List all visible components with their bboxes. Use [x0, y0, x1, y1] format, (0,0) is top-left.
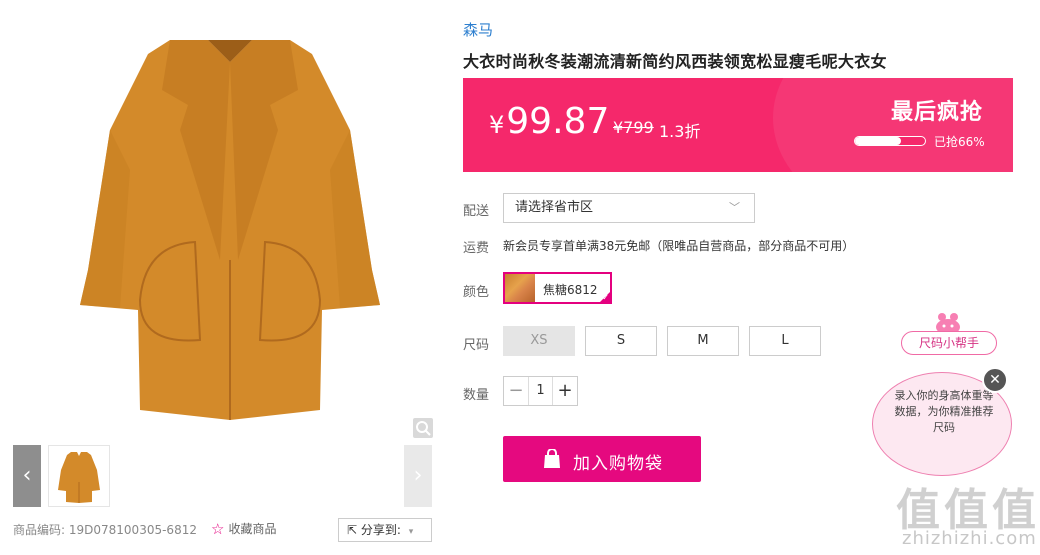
size-option-l[interactable]: L — [749, 326, 821, 356]
caret-down-icon: ▾ — [408, 527, 414, 537]
size-option-s[interactable]: S — [585, 326, 657, 356]
brand-link[interactable]: 森马 — [463, 19, 493, 40]
quantity-increase-button[interactable]: + — [552, 377, 577, 405]
share-icon: ⇱ — [347, 523, 358, 537]
color-option-selected[interactable]: 焦糖6812 ✓ — [503, 272, 612, 304]
favorite-button[interactable]: ☆ 收藏商品 — [211, 520, 276, 538]
discount-label: 1.3折 — [659, 122, 701, 141]
sold-progress-fill — [855, 137, 902, 145]
thumbnail-next-button[interactable]: › — [404, 445, 432, 507]
region-select-value: 请选择省市区 — [515, 200, 594, 215]
close-icon[interactable]: ✕ — [982, 367, 1008, 393]
color-option-label: 焦糖6812 — [543, 283, 598, 297]
current-price-value: 99.87 — [506, 101, 610, 142]
chevron-down-icon: ﹀ — [729, 201, 740, 214]
quantity-decrease-button[interactable]: − — [504, 377, 529, 405]
original-price: ¥799 — [613, 118, 654, 137]
product-code-value: 19D078100305-6812 — [68, 523, 197, 537]
quantity-stepper: − 1 + — [503, 376, 578, 406]
quantity-label: 数量 — [463, 388, 490, 403]
add-to-cart-button[interactable]: 加入购物袋 — [503, 436, 701, 482]
product-code-label: 商品编码: — [13, 523, 66, 537]
sold-progress-bar — [854, 136, 926, 146]
thumbnail-coat-image — [58, 452, 100, 503]
shipping-info: 新会员专享首单满38元免邮（限唯品自营商品，部分商品不可用） — [503, 239, 855, 253]
zoom-button[interactable] — [413, 418, 433, 438]
color-swatch-image — [505, 274, 535, 302]
size-label: 尺码 — [463, 338, 490, 353]
flash-sale-title: 最后疯抢 — [890, 100, 983, 125]
favorite-label: 收藏商品 — [228, 522, 277, 536]
share-label: 分享到: — [360, 523, 401, 537]
price-banner: ¥99.87 ¥799 1.3折 最后疯抢 已抢66% — [463, 78, 1013, 172]
magnifier-icon — [416, 421, 431, 436]
current-price: ¥99.87 — [489, 102, 609, 145]
thumbnail-item[interactable] — [48, 445, 110, 507]
product-code: 商品编码: 19D078100305-6812 — [13, 521, 197, 538]
delivery-label: 配送 — [463, 204, 490, 219]
size-option-xs[interactable]: XS — [503, 326, 575, 356]
color-label: 颜色 — [463, 285, 490, 300]
share-button[interactable]: ⇱ 分享到: ▾ — [338, 518, 432, 542]
size-option-m[interactable]: M — [667, 326, 739, 356]
shopping-bag-icon — [544, 449, 560, 468]
size-helper-button[interactable]: 尺码小帮手 — [901, 331, 997, 355]
region-select[interactable]: 请选择省市区 ﹀ — [503, 193, 755, 223]
sold-percent-text: 已抢66% — [934, 135, 985, 149]
star-icon: ☆ — [211, 520, 225, 538]
coat-image — [80, 40, 380, 420]
watermark-url: zhizhizhi.com — [902, 528, 1037, 549]
thumbnail-prev-button[interactable]: ‹ — [13, 445, 41, 507]
product-main-image[interactable] — [20, 10, 435, 435]
product-title: 大衣时尚秋冬装潮流清新简约风西装领宽松显瘦毛呢大衣女 — [463, 52, 887, 71]
shipping-label: 运费 — [463, 241, 490, 256]
currency-symbol: ¥ — [489, 111, 505, 139]
check-icon: ✓ — [602, 293, 609, 302]
quantity-value[interactable]: 1 — [528, 377, 553, 405]
chevron-right-icon: › — [413, 463, 423, 488]
add-to-cart-label: 加入购物袋 — [573, 454, 663, 474]
chevron-left-icon: ‹ — [22, 463, 32, 488]
size-helper-text: 录入你的身高体重等数据，为你精准推荐尺码 — [894, 389, 994, 434]
